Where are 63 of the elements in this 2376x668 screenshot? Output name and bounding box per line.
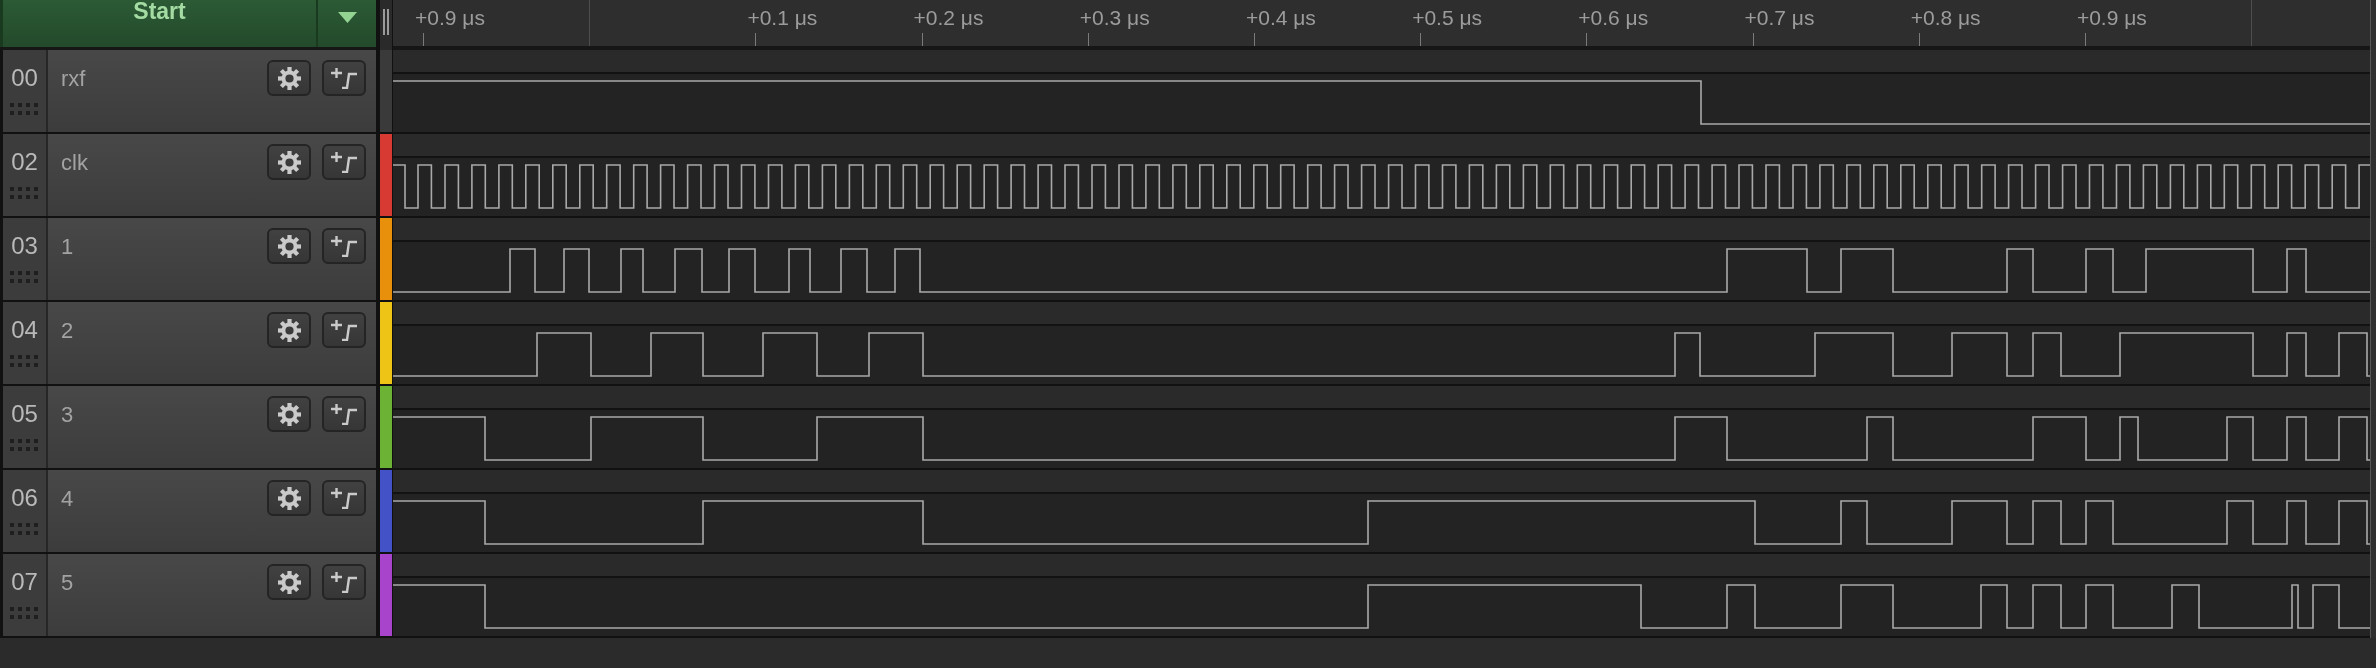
grip-icon[interactable]	[9, 439, 40, 451]
channel-number: 07	[11, 569, 38, 595]
grip-icon[interactable]	[9, 607, 40, 619]
channel-name: 3	[61, 402, 74, 428]
time-label: +0.5 μs	[1412, 6, 1482, 30]
plus-rising-edge-icon	[330, 151, 358, 173]
time-label: +0.9 μs	[2076, 6, 2147, 30]
time-label: +0.2 μs	[913, 6, 984, 30]
time-label: +0.9 μs	[415, 6, 485, 30]
plus-rising-edge-icon	[330, 319, 358, 341]
channel-settings-button[interactable]	[267, 480, 311, 516]
channel-name: 2	[61, 318, 74, 344]
channel-number: 00	[11, 65, 38, 91]
channel-settings-button[interactable]	[267, 564, 311, 600]
plus-rising-edge-icon	[330, 235, 358, 257]
channel-name: 1	[61, 234, 74, 260]
channel-name: 5	[61, 570, 74, 596]
settings-icon	[277, 570, 301, 594]
grip-icon[interactable]	[9, 103, 40, 115]
grip-icon[interactable]	[9, 523, 40, 535]
channel-name: rxf	[61, 66, 86, 92]
channel-settings-button[interactable]	[267, 312, 311, 348]
drag-handle-icon[interactable]	[383, 9, 389, 35]
time-label: +0.7 μs	[1744, 6, 1815, 30]
channel-number: 03	[11, 233, 38, 259]
channel-name: clk	[61, 150, 88, 176]
settings-icon	[277, 402, 301, 426]
trigger-button[interactable]	[322, 480, 366, 516]
channel-name: 4	[61, 486, 74, 512]
start-dropdown-button[interactable]	[318, 0, 376, 47]
settings-icon	[277, 234, 301, 258]
plus-rising-edge-icon	[330, 403, 358, 425]
channel-settings-button[interactable]	[267, 396, 311, 432]
grip-icon[interactable]	[9, 271, 40, 283]
channel-number: 06	[11, 485, 38, 511]
time-label: +0.4 μs	[1245, 6, 1316, 30]
time-label: +0.6 μs	[1578, 6, 1649, 30]
settings-icon	[277, 66, 301, 90]
trigger-button[interactable]	[322, 144, 366, 180]
channel-settings-button[interactable]	[267, 228, 311, 264]
channel-number: 04	[11, 317, 38, 343]
channel-settings-button[interactable]	[267, 144, 311, 180]
grip-icon[interactable]	[9, 355, 40, 367]
plus-rising-edge-icon	[330, 487, 358, 509]
channel-number: 05	[11, 401, 38, 427]
trigger-button[interactable]	[322, 564, 366, 600]
grip-icon[interactable]	[9, 187, 40, 199]
trigger-button[interactable]	[322, 60, 366, 96]
start-button[interactable]: Start	[3, 0, 316, 47]
time-label: +0.3 μs	[1079, 6, 1150, 30]
channel-settings-button[interactable]	[267, 60, 311, 96]
time-label: +0.8 μs	[1910, 6, 1981, 30]
trigger-button[interactable]	[322, 228, 366, 264]
caret-icon	[337, 12, 357, 23]
settings-icon	[277, 486, 301, 510]
plus-rising-edge-icon	[330, 67, 358, 89]
trigger-button[interactable]	[322, 312, 366, 348]
settings-icon	[277, 150, 301, 174]
plus-rising-edge-icon	[330, 571, 358, 593]
trigger-button[interactable]	[322, 396, 366, 432]
time-label: +0.1 μs	[747, 6, 818, 30]
channel-number: 02	[11, 149, 38, 175]
settings-icon	[277, 318, 301, 342]
